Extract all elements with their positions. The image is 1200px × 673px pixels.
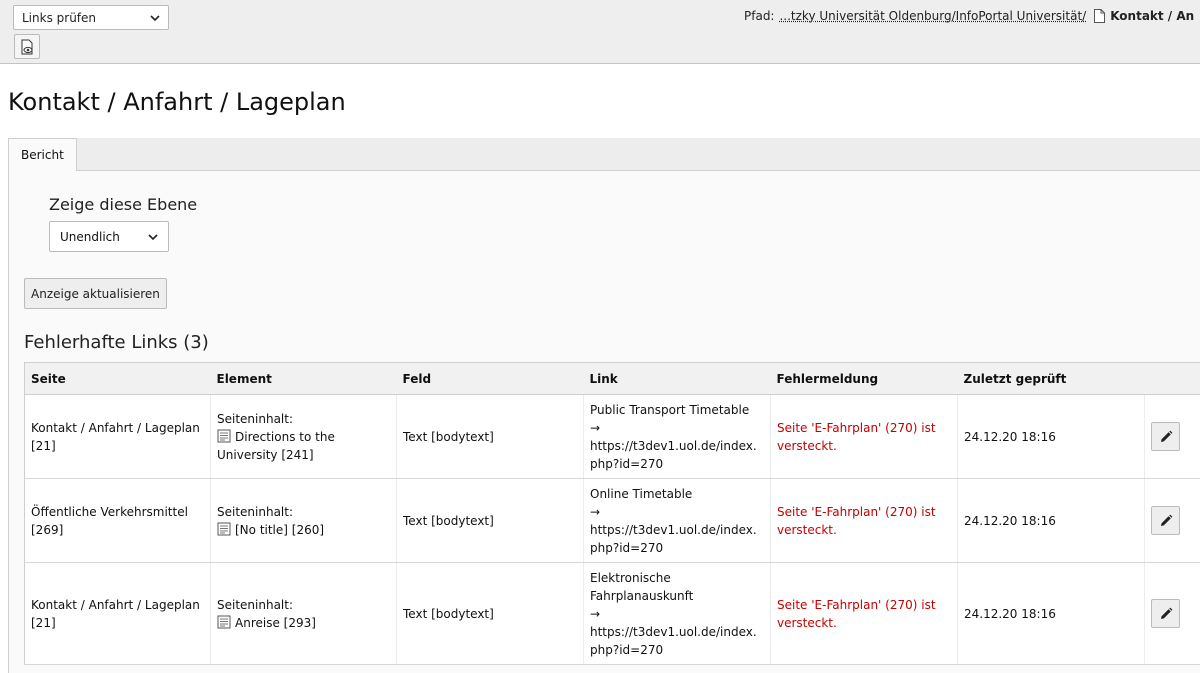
element-prefix: Seiteninhalt: bbox=[217, 504, 294, 519]
column-header-element: Element bbox=[210, 362, 397, 395]
cell-checked: 24.12.20 18:16 bbox=[957, 394, 1145, 479]
broken-links-table: Seite Element Feld Link Fehlermeldung Zu… bbox=[24, 362, 1200, 665]
content-element-icon bbox=[217, 429, 231, 442]
tab-bar: Bericht bbox=[8, 138, 1200, 171]
link-url: https://t3dev1.uol.de/index.php?id=270 bbox=[590, 624, 757, 657]
path-label: Pfad: bbox=[744, 9, 775, 23]
edit-button[interactable] bbox=[1151, 599, 1180, 628]
element-title: Directions to the University [241] bbox=[217, 429, 335, 462]
column-header-feld: Feld bbox=[396, 362, 584, 395]
breadcrumb: Pfad: ...tzky Universität Oldenburg/Info… bbox=[744, 9, 1194, 23]
cell-link: Elektronische Fahrplanauskunft → https:/… bbox=[583, 562, 771, 665]
table-row: Kontakt / Anfahrt / Lageplan [21] Seiten… bbox=[24, 562, 1200, 665]
element-prefix: Seiteninhalt: bbox=[217, 411, 294, 426]
column-header-seite: Seite bbox=[24, 362, 211, 395]
table-row: Kontakt / Anfahrt / Lageplan [21] Seiten… bbox=[24, 394, 1200, 479]
table-header-row: Seite Element Feld Link Fehlermeldung Zu… bbox=[24, 362, 1200, 395]
element-title: [No title] [260] bbox=[235, 522, 325, 537]
column-header-zuletzt-geprueft: Zuletzt geprüft bbox=[957, 362, 1145, 395]
arrow: → bbox=[590, 420, 601, 435]
view-page-icon bbox=[21, 39, 33, 54]
cell-element: Seiteninhalt: Anreise [293] bbox=[210, 562, 397, 665]
arrow: → bbox=[590, 606, 601, 621]
cell-error: Seite 'E-Fahrplan' (270) ist versteckt. bbox=[770, 562, 958, 665]
element-title: Anreise [293] bbox=[235, 615, 316, 630]
link-url: https://t3dev1.uol.de/index.php?id=270 bbox=[590, 522, 757, 555]
module-function-select[interactable]: Links prüfen bbox=[13, 5, 169, 30]
arrow: → bbox=[590, 504, 601, 519]
cell-checked: 24.12.20 18:16 bbox=[957, 562, 1145, 665]
section-title: Fehlerhafte Links (3) bbox=[24, 332, 209, 353]
edit-button[interactable] bbox=[1151, 422, 1180, 451]
tab-bericht[interactable]: Bericht bbox=[8, 138, 77, 171]
view-page-button[interactable] bbox=[14, 34, 40, 59]
cell-feld: Text [bodytext] bbox=[396, 394, 584, 479]
cell-link: Online Timetable → https://t3dev1.uol.de… bbox=[583, 478, 771, 563]
module-function-selected: Links prüfen bbox=[22, 10, 97, 25]
doc-header: Links prüfen Pfad: ...tzky Universität O… bbox=[0, 0, 1200, 64]
path-link[interactable]: ...tzky Universität Oldenburg/InfoPortal… bbox=[779, 9, 1086, 23]
table-row: Öffentliche Verkehrsmittel [269] Seiteni… bbox=[24, 478, 1200, 563]
cell-link: Public Transport Timetable → https://t3d… bbox=[583, 394, 771, 479]
refresh-button[interactable]: Anzeige aktualisieren bbox=[24, 278, 167, 309]
link-text: Online Timetable bbox=[590, 486, 693, 501]
cell-checked: 24.12.20 18:16 bbox=[957, 478, 1145, 563]
report-panel: Zeige diese Ebene Unendlich Anzeige aktu… bbox=[8, 171, 1200, 673]
level-select[interactable]: Unendlich bbox=[49, 221, 169, 252]
level-label: Zeige diese Ebene bbox=[49, 195, 198, 214]
cell-feld: Text [bodytext] bbox=[396, 562, 584, 665]
chevron-down-icon bbox=[148, 233, 158, 240]
cell-seite: Kontakt / Anfahrt / Lageplan [21] bbox=[24, 394, 211, 479]
column-header-fehlermeldung: Fehlermeldung bbox=[770, 362, 958, 395]
cell-actions bbox=[1144, 394, 1200, 479]
page-icon bbox=[1094, 9, 1106, 23]
cell-element: Seiteninhalt: Directions to the Universi… bbox=[210, 394, 397, 479]
pencil-icon bbox=[1160, 514, 1172, 526]
cell-actions bbox=[1144, 478, 1200, 563]
level-selected: Unendlich bbox=[60, 229, 120, 244]
cell-actions bbox=[1144, 562, 1200, 665]
cell-error: Seite 'E-Fahrplan' (270) ist versteckt. bbox=[770, 478, 958, 563]
link-text: Elektronische Fahrplanauskunft bbox=[590, 570, 694, 603]
content-element-icon bbox=[217, 615, 231, 628]
column-header-link: Link bbox=[583, 362, 771, 395]
content-element-icon bbox=[217, 522, 231, 535]
link-url: https://t3dev1.uol.de/index.php?id=270 bbox=[590, 438, 757, 471]
chevron-down-icon bbox=[150, 14, 160, 21]
column-header-actions bbox=[1144, 362, 1200, 395]
pencil-icon bbox=[1160, 607, 1172, 619]
cell-feld: Text [bodytext] bbox=[396, 478, 584, 563]
cell-seite: Öffentliche Verkehrsmittel [269] bbox=[24, 478, 211, 563]
element-prefix: Seiteninhalt: bbox=[217, 597, 294, 612]
cell-error: Seite 'E-Fahrplan' (270) ist versteckt. bbox=[770, 394, 958, 479]
cell-element: Seiteninhalt: [No title] [260] bbox=[210, 478, 397, 563]
pencil-icon bbox=[1160, 430, 1172, 442]
page-title: Kontakt / Anfahrt / Lageplan bbox=[8, 88, 346, 116]
link-text: Public Transport Timetable bbox=[590, 402, 750, 417]
edit-button[interactable] bbox=[1151, 506, 1180, 535]
path-current-page: Kontakt / An bbox=[1110, 9, 1195, 23]
cell-seite: Kontakt / Anfahrt / Lageplan [21] bbox=[24, 562, 211, 665]
